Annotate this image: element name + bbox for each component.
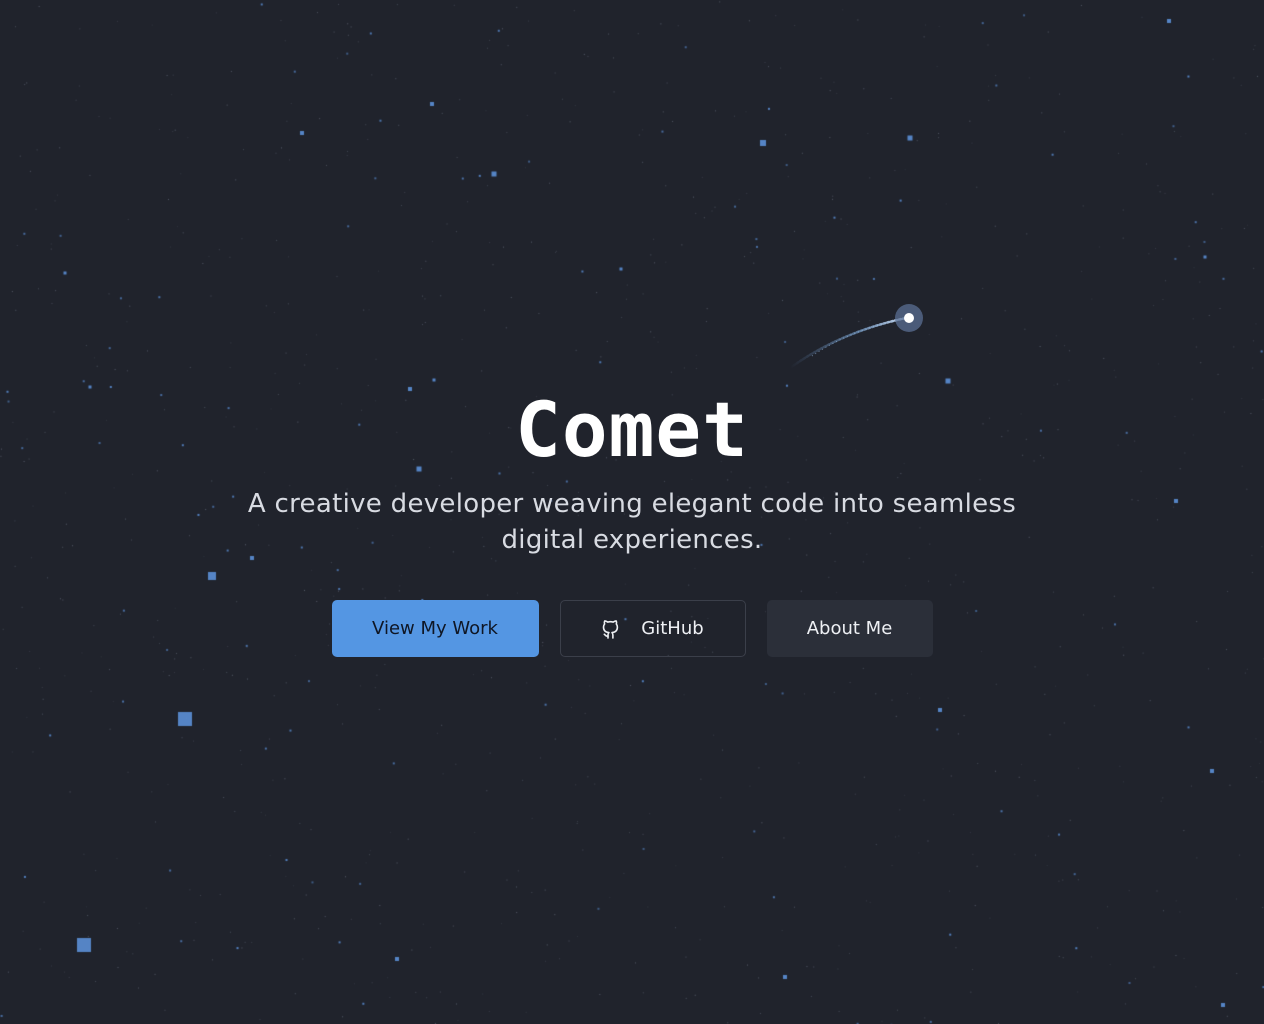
github-label: GitHub xyxy=(641,618,704,639)
hero-section: Comet A creative developer weaving elega… xyxy=(0,380,1264,558)
hero-actions: View My Work GitHub About Me xyxy=(0,600,1264,657)
github-button[interactable]: GitHub xyxy=(559,600,746,657)
landing-page: Comet A creative developer weaving elega… xyxy=(0,0,1264,1024)
about-me-label: About Me xyxy=(806,618,893,639)
hero-title: Comet xyxy=(515,385,749,474)
hero-subtitle: A creative developer weaving elegant cod… xyxy=(247,489,1017,555)
view-my-work-button[interactable]: View My Work xyxy=(331,600,539,657)
about-me-button[interactable]: About Me xyxy=(766,600,933,657)
view-my-work-label: View My Work xyxy=(372,618,498,639)
github-icon xyxy=(601,618,621,640)
